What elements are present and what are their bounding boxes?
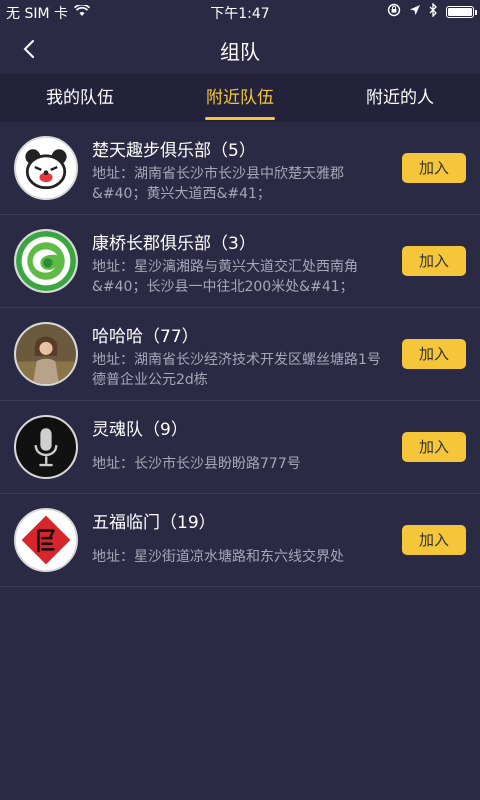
team-name: 五福临门（19） <box>92 513 216 533</box>
status-bar: 无 SIM 卡 下午1:47 <box>0 0 480 24</box>
team-address: 地址：湖南省长沙经济技术开发区螺丝塘路1号德普企业公元2d栋 <box>92 352 381 388</box>
tab-my-team[interactable]: 我的队伍 <box>0 74 160 122</box>
avatar <box>14 322 78 386</box>
photo-avatar-icon <box>16 324 76 384</box>
team-list: 楚天趣步俱乐部（5） 地址：湖南省长沙市长沙县中欣楚天雅郡&#40；黄兴大道西&… <box>0 122 480 587</box>
bluetooth-icon <box>429 2 438 21</box>
team-address: 地址：长沙市长沙县盼盼路777号 <box>92 456 301 472</box>
team-address: 地址：星沙漓湘路与黄兴大道交汇处西南角&#40；长沙县一中往北200米处&#41… <box>92 259 358 295</box>
team-name: 楚天趣步俱乐部（5） <box>92 141 256 161</box>
battery-icon <box>446 6 477 18</box>
list-item[interactable]: 灵魂队（9） 地址：长沙市长沙县盼盼路777号 加入 <box>0 401 480 494</box>
team-name: 哈哈哈（77） <box>92 327 199 347</box>
list-item[interactable]: 康桥长郡俱乐部（3） 地址：星沙漓湘路与黄兴大道交汇处西南角&#40；长沙县一中… <box>0 215 480 308</box>
fortune-diamond-icon <box>16 510 76 570</box>
avatar <box>14 508 78 572</box>
list-item[interactable]: 五福临门（19） 地址：星沙街道凉水塘路和东六线交界处 加入 <box>0 494 480 587</box>
join-button[interactable]: 加入 <box>402 525 466 555</box>
nav-bar: 组队 <box>0 24 480 74</box>
tab-bar: 我的队伍 附近队伍 附近的人 <box>0 74 480 122</box>
join-button[interactable]: 加入 <box>402 339 466 369</box>
team-name: 康桥长郡俱乐部（3） <box>92 234 256 254</box>
list-item[interactable]: 哈哈哈（77） 地址：湖南省长沙经济技术开发区螺丝塘路1号德普企业公元2d栋 加… <box>0 308 480 401</box>
orientation-lock-icon <box>387 3 401 21</box>
avatar <box>14 229 78 293</box>
microphone-icon <box>16 417 76 477</box>
join-button[interactable]: 加入 <box>402 432 466 462</box>
join-button[interactable]: 加入 <box>402 246 466 276</box>
team-name: 灵魂队（9） <box>92 420 188 440</box>
avatar <box>14 136 78 200</box>
team-address: 地址：星沙街道凉水塘路和东六线交界处 <box>92 549 344 565</box>
team-address: 地址：湖南省长沙市长沙县中欣楚天雅郡&#40；黄兴大道西&#41； <box>92 166 344 202</box>
status-right <box>387 2 477 21</box>
avatar <box>14 415 78 479</box>
join-button[interactable]: 加入 <box>402 153 466 183</box>
tab-nearby-people[interactable]: 附近的人 <box>320 74 480 122</box>
page-title: 组队 <box>220 40 260 64</box>
bear-mascot-icon <box>16 138 76 198</box>
location-icon <box>409 4 421 20</box>
green-swirl-logo-icon <box>16 231 76 291</box>
tab-nearby-teams[interactable]: 附近队伍 <box>160 74 320 122</box>
list-item[interactable]: 楚天趣步俱乐部（5） 地址：湖南省长沙市长沙县中欣楚天雅郡&#40；黄兴大道西&… <box>0 122 480 215</box>
